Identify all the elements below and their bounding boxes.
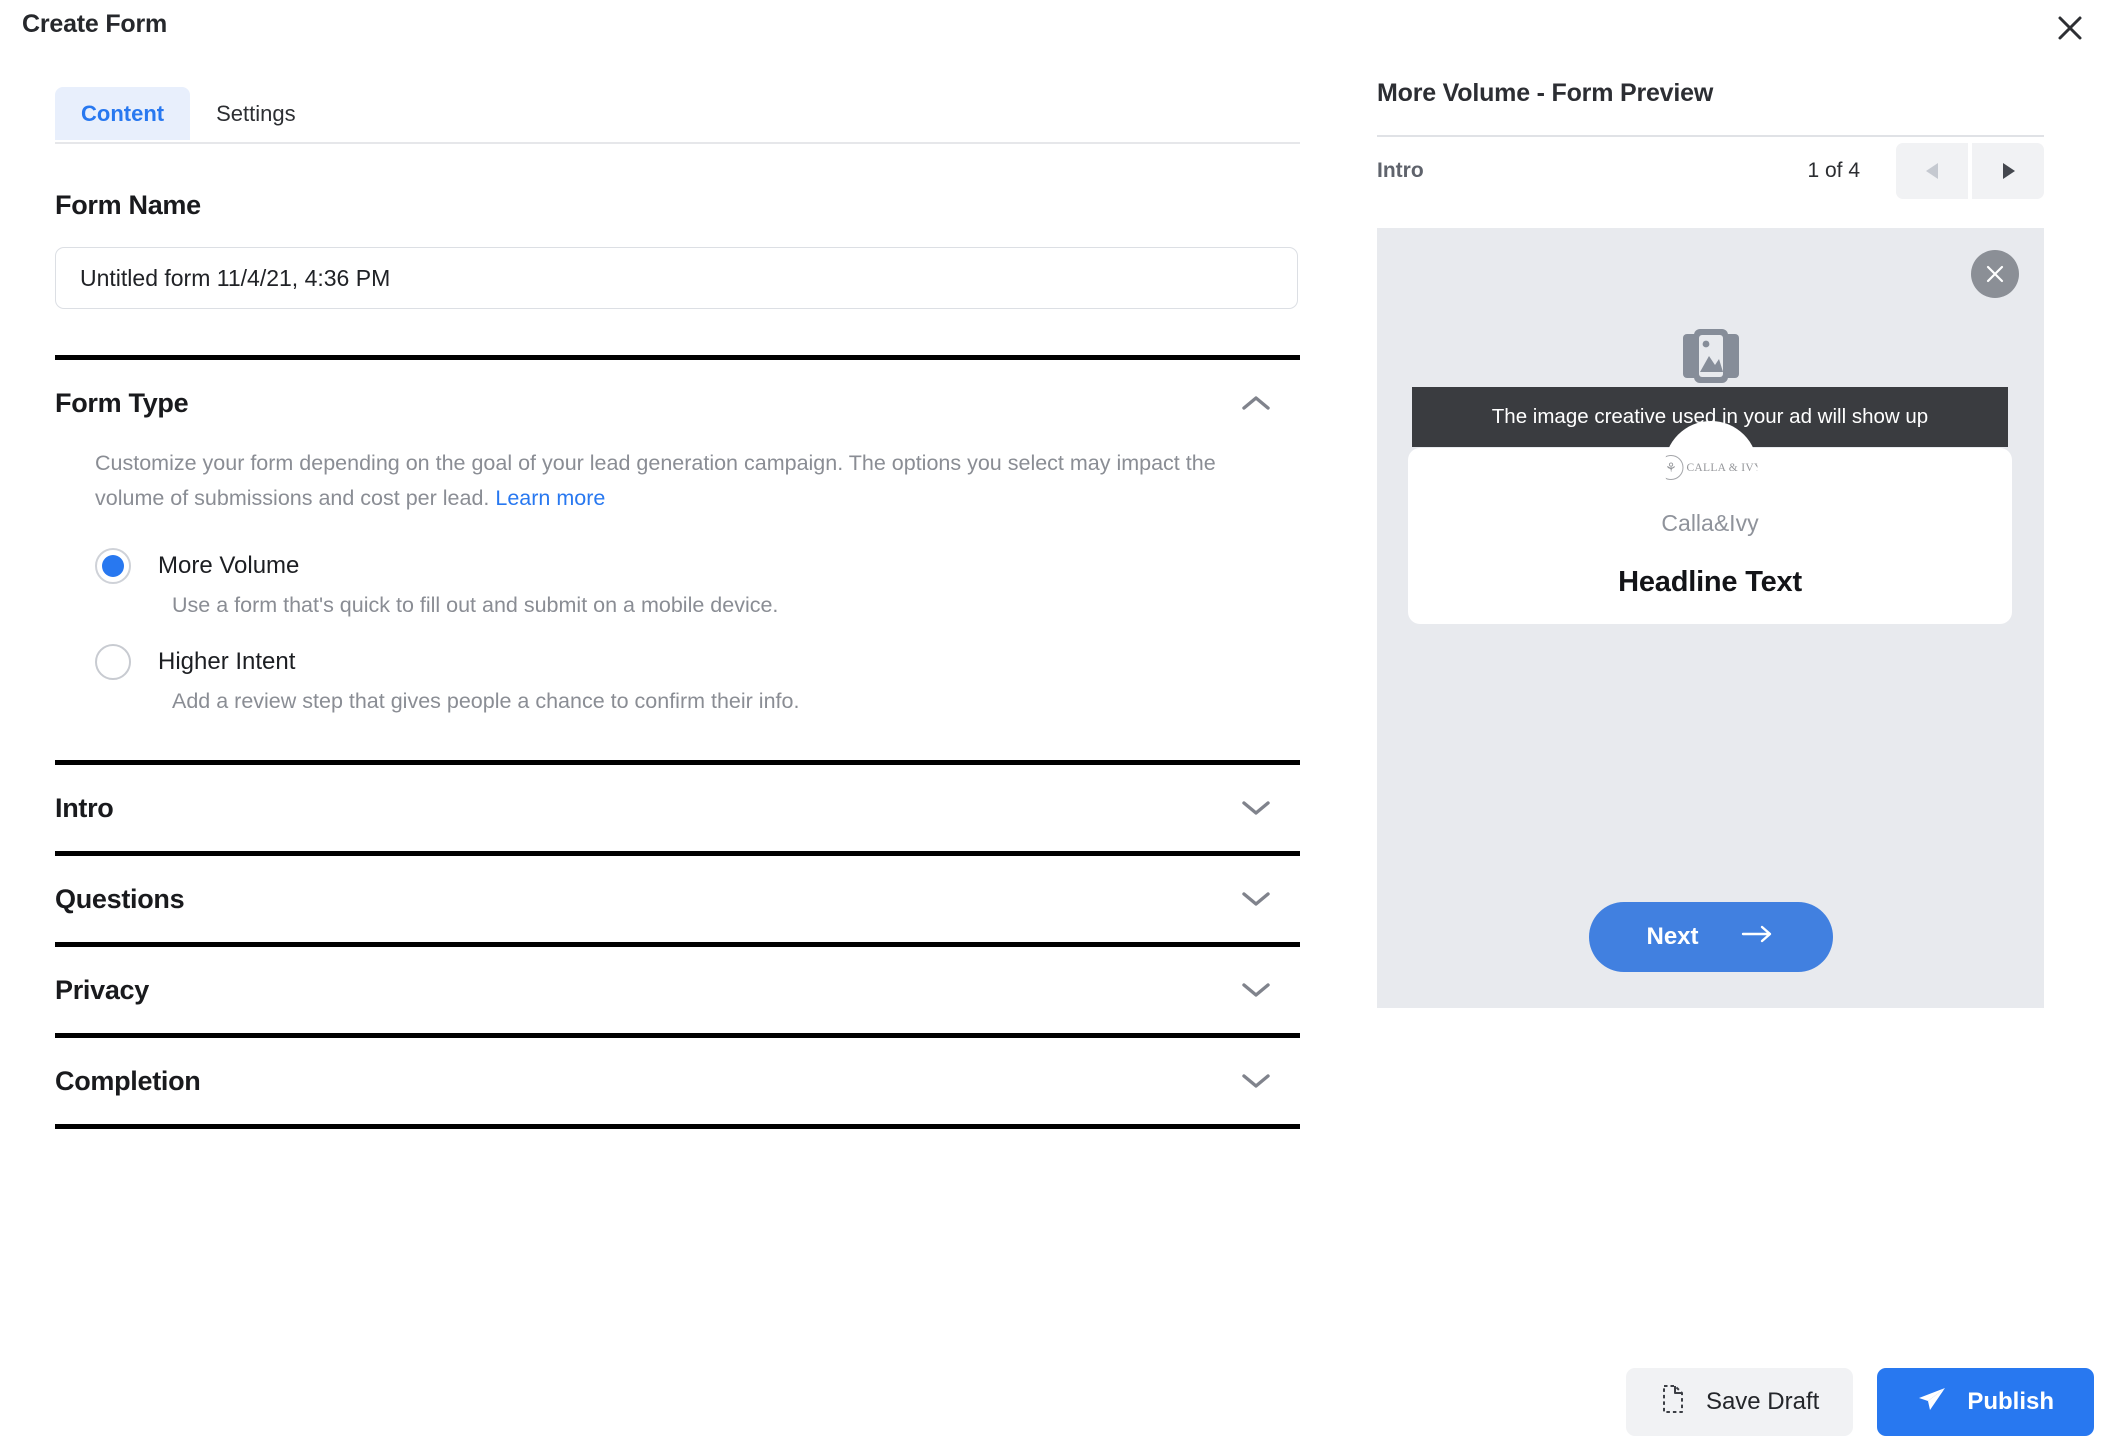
form-type-description: Customize your form depending on the goa…: [95, 446, 1275, 522]
close-circle-icon[interactable]: [1971, 250, 2019, 298]
file-dashed-icon: [1660, 1384, 1686, 1421]
photos-icon: [1682, 328, 1740, 384]
form-type-body: Customize your form depending on the goa…: [55, 446, 1300, 760]
preview-counter: 1 of 4: [1807, 158, 1860, 182]
avatar: ⚘ CALLA & IVY: [1664, 421, 1757, 514]
form-preview-canvas: The image creative used in your ad will …: [1377, 228, 2044, 1008]
paper-plane-icon: [1917, 1385, 1947, 1420]
radio-label-more-volume: More Volume: [158, 552, 300, 579]
close-icon[interactable]: [2048, 6, 2092, 50]
form-type-option-more-volume[interactable]: More Volume: [95, 548, 1300, 584]
preview-step-label: Intro: [1377, 158, 1424, 182]
chevron-down-icon[interactable]: [1236, 1061, 1276, 1101]
form-type-description-text: Customize your form depending on the goa…: [95, 451, 1216, 510]
editor-sections: Form Name Form Type Customize: [55, 164, 1300, 1129]
divider: [55, 1124, 1300, 1129]
section-questions-heading: Questions: [55, 883, 185, 914]
chevron-down-icon[interactable]: [1236, 970, 1276, 1010]
modal-footer: Save Draft Publish: [1625, 1368, 2094, 1436]
chevron-down-icon[interactable]: [1236, 879, 1276, 919]
avatar-wordmark: CALLA & IVY: [1686, 461, 1757, 474]
tab-settings[interactable]: Settings: [190, 87, 322, 140]
create-form-modal: Create Form Content Settings Form Name F: [0, 0, 2114, 1456]
modal-header: Create Form: [0, 0, 2114, 60]
form-type-section: Form Type Customize your form depending …: [55, 360, 1300, 760]
triangle-left-icon[interactable]: [1896, 142, 1968, 199]
preview-nav: Intro 1 of 4: [1377, 137, 2044, 204]
section-intro-heading: Intro: [55, 792, 114, 823]
section-privacy-header[interactable]: Privacy: [55, 947, 1300, 1033]
publish-label: Publish: [1967, 1388, 2054, 1415]
section-privacy-heading: Privacy: [55, 974, 149, 1005]
section-completion-header[interactable]: Completion: [55, 1038, 1300, 1124]
preview-title: More Volume - Form Preview: [1377, 79, 1714, 107]
form-name-heading: Form Name: [55, 190, 201, 220]
section-intro-header[interactable]: Intro: [55, 765, 1300, 851]
page-title: Create Form: [22, 10, 168, 38]
tab-bar: Content Settings: [55, 87, 1300, 144]
learn-more-link[interactable]: Learn more: [495, 486, 605, 510]
triangle-right-icon[interactable]: [1972, 142, 2044, 199]
save-draft-label: Save Draft: [1705, 1388, 1820, 1415]
save-draft-button[interactable]: Save Draft: [1625, 1368, 1854, 1436]
form-type-header[interactable]: Form Type: [55, 360, 1300, 446]
preview-brand-name: Calla&Ivy: [1661, 510, 1759, 536]
chevron-up-icon[interactable]: [1236, 383, 1276, 423]
radio-sub-more-volume: Use a form that's quick to fill out and …: [172, 593, 779, 617]
preview-next-label: Next: [1646, 923, 1699, 950]
radio-more-volume[interactable]: [95, 548, 131, 584]
radio-label-higher-intent: Higher Intent: [158, 648, 296, 675]
arrow-right-icon: [1741, 923, 1775, 951]
radio-higher-intent[interactable]: [95, 644, 131, 680]
brand-logo-icon: ⚘ CALLA & IVY: [1664, 455, 1757, 480]
form-name-input[interactable]: [55, 247, 1298, 309]
form-type-option-higher-intent[interactable]: Higher Intent: [95, 644, 1300, 680]
form-type-heading: Form Type: [55, 387, 189, 418]
radio-sub-higher-intent: Add a review step that gives people a ch…: [172, 689, 800, 713]
form-editor-panel: Content Settings Form Name Form Type: [0, 60, 1370, 1456]
publish-button[interactable]: Publish: [1877, 1368, 2094, 1436]
preview-headline: Headline Text: [1618, 566, 1802, 598]
chevron-down-icon[interactable]: [1236, 788, 1276, 828]
avatar-mark: ⚘: [1664, 455, 1684, 480]
preview-next-button[interactable]: Next: [1588, 902, 1833, 972]
form-preview-panel: More Volume - Form Preview Intro 1 of 4: [1370, 60, 2114, 1456]
tab-content[interactable]: Content: [55, 87, 191, 140]
section-completion-heading: Completion: [55, 1065, 201, 1096]
section-questions-header[interactable]: Questions: [55, 856, 1300, 942]
form-name-section: Form Name: [55, 190, 1300, 309]
